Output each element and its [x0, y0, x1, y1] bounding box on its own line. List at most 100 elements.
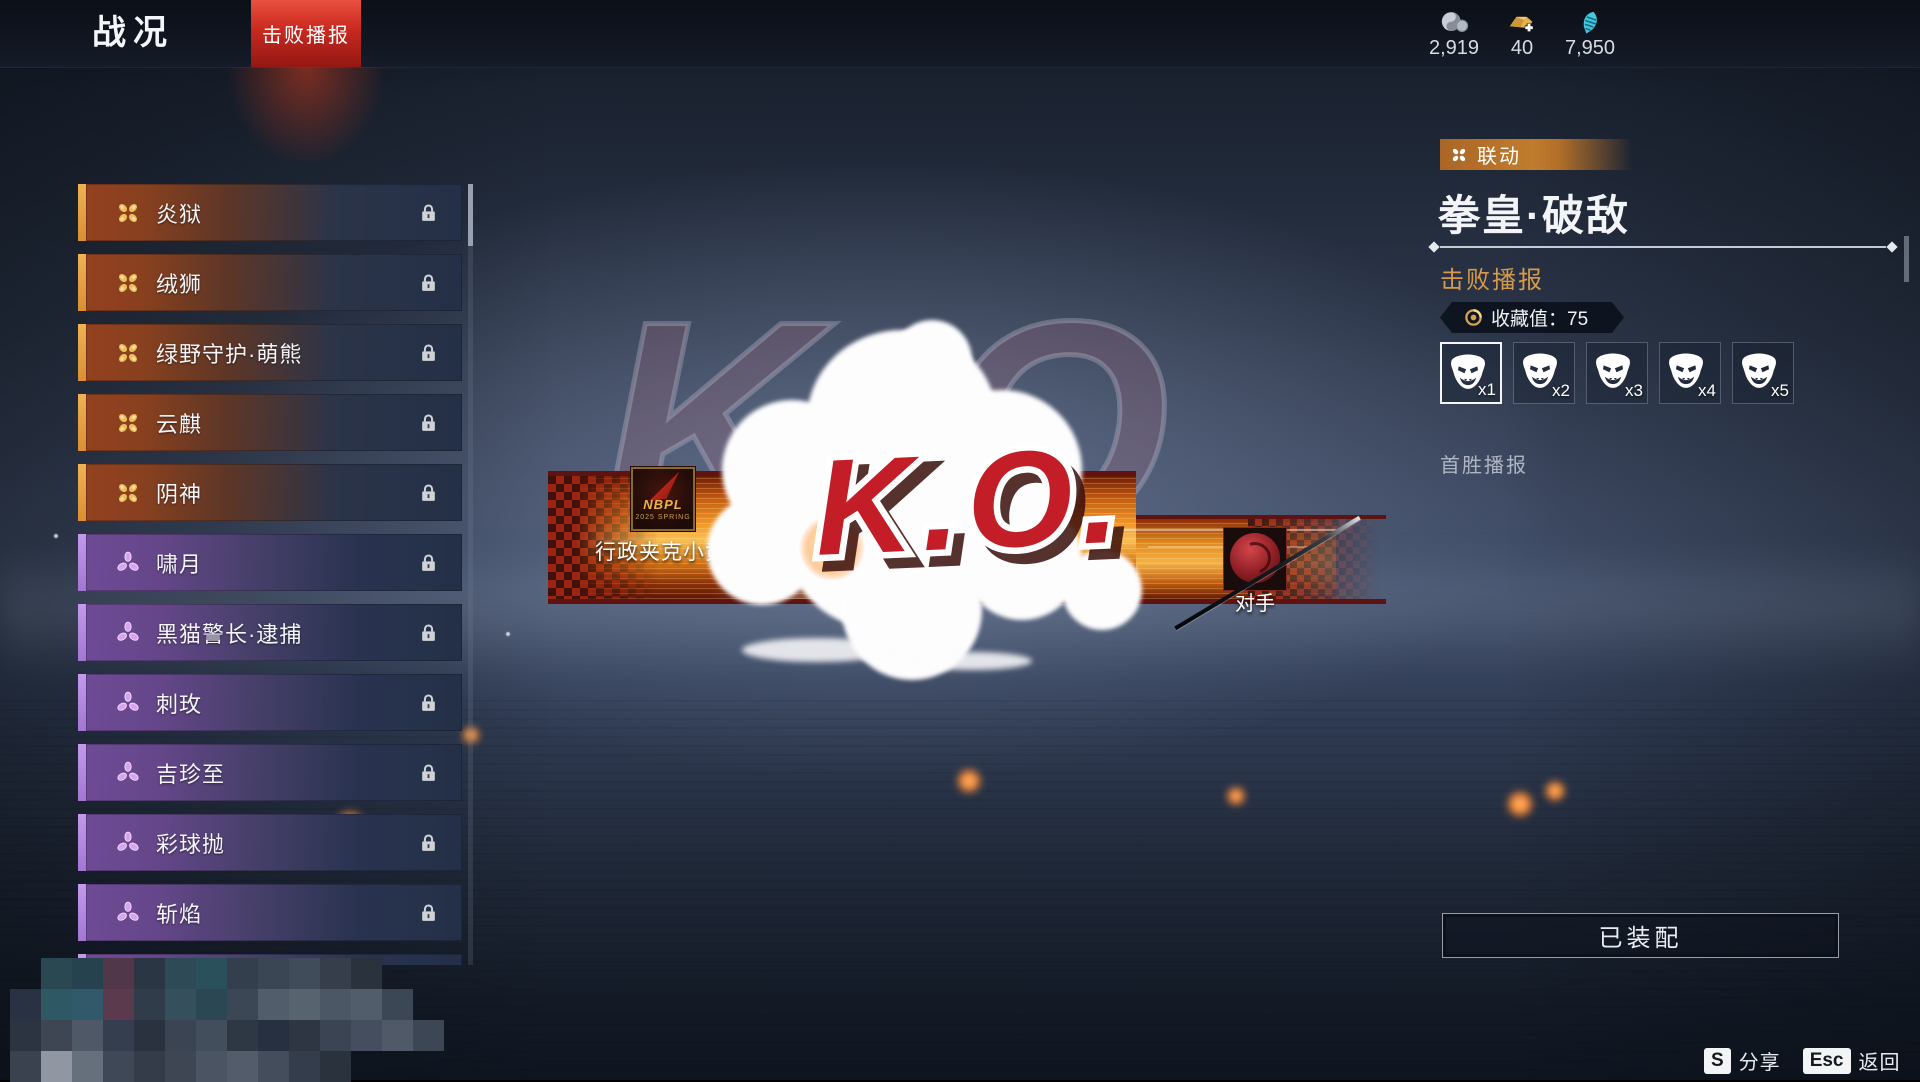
sidebar-scrollbar-thumb[interactable] [468, 184, 473, 246]
accent-bar [78, 744, 86, 801]
panel-scrollbar-thumb[interactable] [1904, 236, 1909, 282]
lock-icon [419, 762, 438, 784]
three-petal-icon [115, 620, 141, 646]
sidebar-item-2[interactable]: 绒狮 [78, 254, 462, 311]
back-label: 返回 [1858, 1052, 1901, 1074]
four-petal-icon [115, 480, 141, 506]
collection-swirl-icon [1465, 309, 1482, 326]
sidebar-item-3[interactable]: 绿野守护·萌熊 [78, 324, 462, 381]
currency-2[interactable]: 40 [1496, 9, 1548, 60]
collab-badge-label: 联动 [1477, 146, 1521, 168]
four-petal-icon [1452, 148, 1466, 161]
tab-defeat-broadcast[interactable]: 击败播报 [226, 0, 386, 167]
lock-icon [419, 552, 438, 574]
currency-value: 7,950 [1564, 37, 1616, 59]
item-type-label: 击败播报 [1440, 267, 1544, 294]
sidebar-item-1[interactable]: 炎狱 [78, 184, 462, 241]
lock-icon [419, 342, 438, 364]
broadcast-tile-2[interactable]: x2 [1513, 342, 1575, 404]
lock-icon [419, 272, 438, 294]
sidebar-item-label: 云麒 [156, 411, 203, 437]
three-petal-icon [115, 900, 141, 926]
particle-dot [54, 534, 58, 538]
currency-3[interactable]: 7,950 [1564, 9, 1616, 60]
sidebar-item-10[interactable]: 彩球抛 [78, 814, 462, 871]
ingot-icon [1507, 9, 1537, 36]
currency-value: 40 [1510, 37, 1534, 59]
tile-count-label: x3 [1625, 381, 1643, 400]
four-petal-icon [115, 270, 141, 296]
broadcast-tile-1[interactable]: x1 [1440, 342, 1502, 404]
sidebar-item-9[interactable]: 吉珍至 [78, 744, 462, 801]
currency-value: 2,919 [1428, 37, 1480, 59]
item-title: 拳皇·破敌 [1438, 192, 1630, 239]
three-petal-icon [115, 830, 141, 856]
opponent-label: 对手 [1235, 593, 1275, 615]
broadcast-tile-5[interactable]: x5 [1732, 342, 1794, 404]
four-petal-icon [115, 340, 141, 366]
nbpl-team-badge: NBPL 2025 SPRING [631, 467, 695, 531]
lantern-glow [1506, 790, 1534, 818]
accent-bar [78, 884, 86, 941]
sidebar-item-4[interactable]: 云麒 [78, 394, 462, 451]
currency-1[interactable]: 2,919 [1428, 9, 1480, 60]
jade-icon [1575, 9, 1605, 36]
top-bar: 战况 击败播报 [0, 0, 1920, 167]
lock-icon [419, 902, 438, 924]
sidebar-item-label: 绒狮 [156, 271, 203, 297]
share-hint[interactable]: S 分享 [1704, 1046, 1781, 1075]
sidebar-item-label: 斩焰 [156, 901, 203, 927]
sidebar-item-label: 黑猫警长·逮捕 [156, 621, 303, 647]
sidebar-item-label: 彩球抛 [156, 831, 226, 857]
tile-count-label: x2 [1552, 381, 1570, 400]
collab-badge: 联动 [1440, 139, 1632, 170]
share-key-badge: S [1704, 1047, 1731, 1074]
nbpl-logo-subtext: 2025 SPRING [635, 514, 691, 521]
sidebar-item-label: 绿野守护·萌熊 [156, 341, 303, 367]
sidebar-item-6[interactable]: 啸月 [78, 534, 462, 591]
sidebar-item-label: 刺玫 [156, 691, 203, 717]
lock-icon [419, 832, 438, 854]
sidebar-item-label: 阴神 [156, 481, 203, 507]
broadcast-count-tiles: x1 x2 x3 x4 x5 [1440, 342, 1794, 404]
lock-icon [419, 412, 438, 434]
sidebar-item-label: 啸月 [156, 551, 203, 577]
sidebar-scrollbar[interactable] [468, 184, 473, 965]
lantern-glow [1226, 786, 1246, 806]
equipped-button[interactable]: 已装配 [1442, 913, 1839, 958]
collection-value-pill: 收藏值：75 [1440, 302, 1624, 333]
accent-bar [78, 324, 86, 381]
sidebar-item-7[interactable]: 黑猫警长·逮捕 [78, 604, 462, 661]
three-petal-icon [115, 760, 141, 786]
broadcast-tile-4[interactable]: x4 [1659, 342, 1721, 404]
sidebar-item-5[interactable]: 阴神 [78, 464, 462, 521]
lantern-glow [956, 768, 982, 794]
broadcast-tile-3[interactable]: x3 [1586, 342, 1648, 404]
accent-bar [78, 464, 86, 521]
sidebar-item-label: 炎狱 [156, 201, 203, 227]
currency-bar: 2,919 40 7,950 [1428, 9, 1616, 60]
tile-count-label: x4 [1698, 381, 1716, 400]
panel-divider [1428, 241, 1898, 253]
lantern-glow [1544, 780, 1566, 802]
back-key-badge: Esc [1802, 1047, 1851, 1074]
particle-dot [506, 632, 510, 636]
accent-bar [78, 674, 86, 731]
shortcut-hints: S 分享 Esc 返回 [1704, 1046, 1901, 1075]
sidebar-item-label: 吉珍至 [156, 761, 226, 787]
sidebar-item-8[interactable]: 刺玫 [78, 674, 462, 731]
share-label: 分享 [1738, 1052, 1781, 1074]
four-petal-icon [115, 410, 141, 436]
lock-icon [419, 202, 438, 224]
tile-count-label: x5 [1771, 381, 1789, 400]
back-hint[interactable]: Esc 返回 [1802, 1046, 1901, 1075]
coin-icon [1439, 9, 1469, 36]
sidebar-item-11[interactable]: 斩焰 [78, 884, 462, 941]
accent-bar [78, 254, 86, 311]
lock-icon [419, 622, 438, 644]
accent-bar [78, 604, 86, 661]
tile-count-label: x1 [1478, 380, 1496, 399]
nbpl-logo-text: NBPL [643, 497, 683, 512]
censored-block [10, 958, 470, 1082]
lock-icon [419, 482, 438, 504]
